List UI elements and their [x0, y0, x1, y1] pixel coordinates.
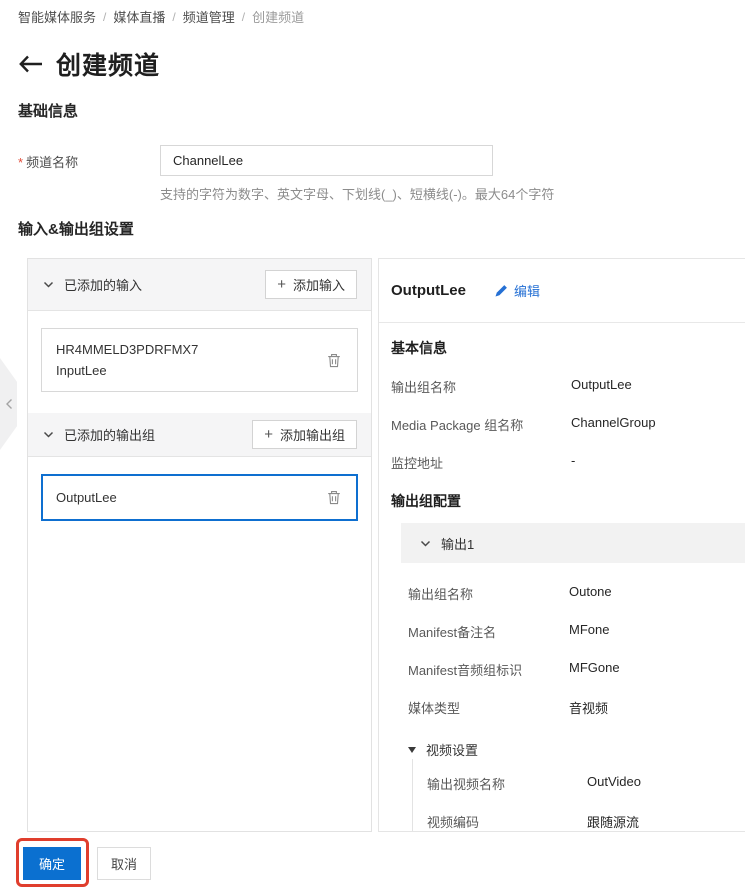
added-inputs-header: 已添加的输入 + 添加输入 [28, 259, 371, 311]
add-output-group-button[interactable]: + 添加输出组 [252, 420, 357, 449]
trash-icon [328, 491, 340, 505]
video-settings-body: 输出视频名称 OutVideo 视频编码 跟随源流 [412, 759, 740, 831]
added-outputs-title: 已添加的输出组 [64, 428, 156, 443]
io-list-panel: 已添加的输入 + 添加输入 HR4MMELD3PDRFMX7 InputLee … [27, 258, 372, 832]
breadcrumb-item-service[interactable]: 智能媒体服务 [18, 7, 96, 26]
output1-title: 输出1 [441, 536, 475, 552]
detail-row: 输出组名称 OutputLee [391, 377, 632, 395]
input-card-zone: HR4MMELD3PDRFMX7 InputLee [28, 311, 371, 413]
detail-config-title: 输出组配置 [391, 493, 461, 509]
chevron-down-icon [43, 281, 54, 288]
output-group-card-selected[interactable]: OutputLee [41, 474, 358, 521]
delete-input-button[interactable] [325, 351, 343, 370]
input-card[interactable]: HR4MMELD3PDRFMX7 InputLee [41, 328, 358, 392]
breadcrumb-separator: / [172, 9, 176, 24]
breadcrumb: 智能媒体服务 / 媒体直播 / 频道管理 / 创建频道 [18, 7, 304, 26]
detail-row: 输出视频名称 OutVideo [427, 774, 641, 792]
plus-icon: + [264, 426, 273, 443]
breadcrumb-item-live[interactable]: 媒体直播 [113, 7, 165, 26]
output1-body: 输出组名称 Outone Manifest备注名 MFone Manifest音… [401, 563, 740, 831]
detail-row: Manifest音频组标识 MFGone [408, 660, 620, 678]
confirm-button[interactable]: 确定 [23, 847, 81, 880]
detail-row: 输出组名称 Outone [408, 584, 612, 602]
add-input-button[interactable]: + 添加输入 [265, 270, 357, 299]
detail-row: Media Package 组名称 ChannelGroup [391, 415, 656, 433]
detail-row: 媒体类型 音视频 [408, 701, 609, 716]
added-inputs-title: 已添加的输入 [64, 278, 143, 293]
channel-name-input[interactable] [160, 145, 493, 176]
breadcrumb-separator: / [103, 9, 107, 24]
detail-row: Manifest备注名 MFone [408, 622, 610, 640]
edit-pencil-icon [495, 284, 507, 296]
chevron-down-icon [419, 537, 432, 550]
back-button[interactable] [18, 54, 43, 74]
plus-icon: + [277, 276, 286, 293]
input-card-id: HR4MMELD3PDRFMX7 [56, 342, 199, 357]
detail-header: OutputLee 编辑 [379, 259, 745, 323]
page-header: 创建频道 [18, 46, 160, 82]
chevron-left-icon [5, 399, 12, 409]
triangle-down-icon [408, 746, 416, 753]
detail-row: 监控地址 - [391, 453, 576, 471]
breadcrumb-item-channel-mgmt[interactable]: 频道管理 [183, 7, 235, 26]
video-settings-title: 视频设置 [426, 743, 479, 758]
breadcrumb-separator: / [241, 9, 246, 24]
edit-output-group-link[interactable]: 编辑 [494, 281, 540, 300]
basic-info-section-title: 基础信息 [18, 103, 79, 120]
detail-title: OutputLee [391, 282, 466, 299]
channel-name-label: * 频道名称 [18, 155, 79, 170]
collapse-outputs-button[interactable] [42, 428, 55, 441]
output1-section: 输出1 输出组名称 Outone Manifest备注名 MFone Manif… [401, 523, 745, 831]
input-card-text: HR4MMELD3PDRFMX7 InputLee [56, 339, 198, 381]
io-section-title: 输入&输出组设置 [18, 221, 134, 238]
cancel-button[interactable]: 取消 [97, 847, 151, 880]
collapse-inputs-button[interactable] [42, 278, 55, 291]
output-group-detail-panel: OutputLee 编辑 基本信息 输出组名称 OutputLee Media … [378, 258, 745, 832]
page-title: 创建频道 [56, 52, 161, 80]
output1-header[interactable]: 输出1 [401, 523, 745, 563]
added-outputs-header: 已添加的输出组 + 添加输出组 [28, 413, 371, 457]
detail-basic-title: 基本信息 [391, 340, 447, 356]
detail-body: 基本信息 输出组名称 OutputLee Media Package 组名称 C… [379, 323, 745, 831]
input-card-name: InputLee [56, 363, 107, 378]
sidebar-collapse-handle[interactable] [0, 358, 17, 450]
output-card-name: OutputLee [56, 490, 117, 505]
channel-name-help-text: 支持的字符为数字、英文字母、下划线(_)、短横线(-)。最大64个字符 [160, 187, 555, 202]
required-mark: * [18, 155, 24, 170]
back-arrow-icon [19, 55, 42, 73]
breadcrumb-item-create-channel: 创建频道 [252, 10, 305, 25]
chevron-down-icon [43, 431, 54, 438]
delete-output-group-button[interactable] [325, 488, 343, 507]
video-settings-toggle[interactable]: 视频设置 [408, 740, 740, 759]
detail-row: 视频编码 跟随源流 [427, 815, 640, 830]
trash-icon [328, 353, 340, 367]
output-card-zone: OutputLee [28, 457, 371, 542]
